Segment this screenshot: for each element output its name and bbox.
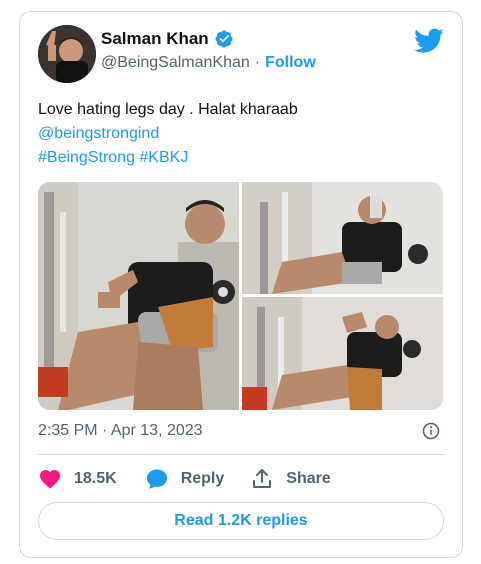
heart-icon [38, 467, 62, 491]
media-grid [38, 182, 443, 410]
reply-button[interactable]: Reply [145, 467, 225, 491]
follow-button[interactable]: Follow [265, 54, 316, 72]
share-upload-icon [250, 467, 274, 491]
handle-separator: · [254, 54, 261, 71]
reply-bubble-icon [145, 467, 169, 491]
like-count: 18.5K [74, 470, 117, 487]
tweet-timestamp[interactable]: 2:35 PM · Apr 13, 2023 [38, 422, 203, 440]
author-name[interactable]: Salman Khan [101, 29, 209, 49]
photo-leg-press[interactable] [38, 182, 239, 410]
action-bar: 18.5K Reply Share [38, 467, 331, 491]
photo-resting[interactable] [242, 297, 443, 410]
reply-label: Reply [180, 470, 225, 487]
author-handle-row: @BeingSalmanKhan · Follow [101, 54, 316, 72]
tweet-text: Love hating legs day . Halat kharaab @be… [38, 98, 448, 170]
verified-badge-icon [214, 29, 234, 49]
hashtag-links[interactable]: #BeingStrong #KBKJ [38, 146, 448, 170]
avatar[interactable] [38, 25, 96, 83]
author-handle[interactable]: @BeingSalmanKhan [101, 54, 250, 72]
avatar-image [38, 25, 96, 83]
like-button[interactable]: 18.5K [38, 467, 117, 491]
photo-drinking[interactable] [242, 182, 443, 294]
info-icon[interactable] [422, 422, 440, 440]
mention-link[interactable]: @beingstrongind [38, 122, 448, 146]
read-replies-button[interactable]: Read 1.2K replies [38, 502, 444, 540]
author-name-row: Salman Khan [101, 29, 234, 49]
share-button[interactable]: Share [250, 467, 331, 491]
share-label: Share [286, 470, 331, 487]
twitter-bird-icon[interactable] [414, 28, 444, 54]
tweet-text-line: Love hating legs day . Halat kharaab [38, 101, 298, 118]
tweet-card: Salman Khan @BeingSalmanKhan · Follow Lo… [19, 11, 463, 558]
divider [38, 454, 444, 455]
